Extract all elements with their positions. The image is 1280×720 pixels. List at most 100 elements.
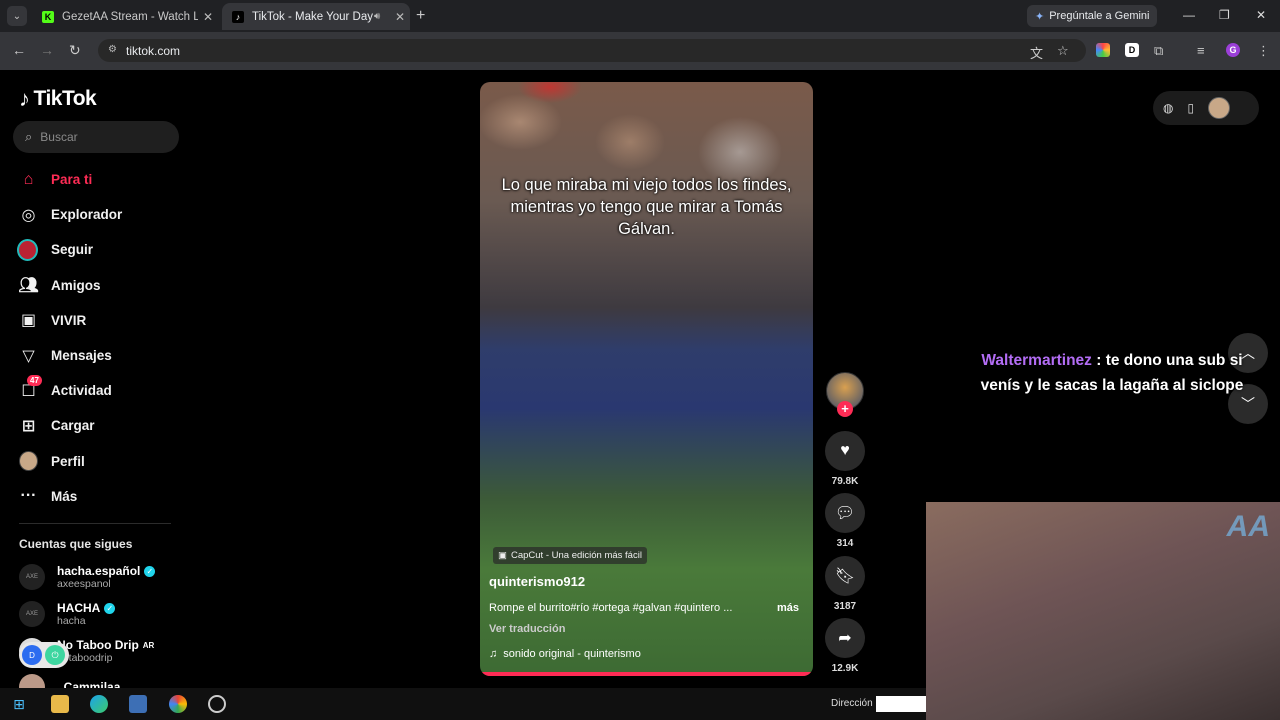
tiktok-favicon-icon: ♪ bbox=[232, 10, 244, 23]
sidebar-item-explorador[interactable]: ◎ Explorador bbox=[19, 197, 123, 232]
verified-badge-icon: ✓ bbox=[144, 565, 156, 577]
bookmark-icon[interactable]: 🔖︎ bbox=[825, 556, 865, 596]
comment-icon[interactable]: 💬︎ bbox=[825, 493, 865, 533]
gemini-sparkle-icon: ✦ bbox=[1035, 10, 1045, 23]
address-toolbar-label: Dirección bbox=[831, 698, 873, 709]
site-info-icon[interactable]: ⚙ bbox=[108, 44, 117, 55]
video-author[interactable]: quinterismo912 bbox=[489, 574, 585, 589]
video-progress-bar[interactable] bbox=[480, 672, 813, 676]
sidebar-item-mas[interactable]: ··· Más bbox=[19, 479, 122, 514]
windows-taskbar: ⊞ Dirección bbox=[0, 688, 926, 720]
capcut-icon: ▣ bbox=[498, 550, 507, 561]
url-omnibox[interactable]: ⚙ tiktok.com bbox=[98, 39, 1086, 62]
reload-icon[interactable]: ↻ bbox=[69, 42, 81, 59]
following-account[interactable]: AXE HACHA ✓ hacha bbox=[19, 601, 116, 627]
profile-avatar-icon bbox=[19, 451, 38, 472]
gemini-button[interactable]: ✦ Pregúntale a Gemini bbox=[1027, 5, 1157, 27]
sidebar-item-cargar[interactable]: ⊞ Cargar bbox=[19, 408, 122, 443]
tab-title: TikTok - Make Your Day bbox=[252, 10, 374, 23]
sidebar-item-seguir[interactable]: Seguir bbox=[17, 232, 122, 267]
friends-icon: 👥︎ bbox=[18, 277, 39, 295]
bookmark-star-icon[interactable]: ☆ bbox=[1057, 43, 1069, 59]
sidebar-item-para-ti[interactable]: ⌂ Para ti bbox=[19, 162, 122, 197]
sidebar-item-label: Perfil bbox=[51, 453, 85, 469]
sound-link[interactable]: ♫ sonido original - quinterismo bbox=[489, 648, 641, 660]
reading-list-icon[interactable]: ≡ bbox=[1197, 43, 1205, 58]
search-input[interactable] bbox=[40, 130, 161, 144]
sidebar-item-actividad[interactable]: ☐ 47 Actividad bbox=[19, 373, 122, 408]
capcut-tag[interactable]: ▣ CapCut - Una edición más fácil bbox=[493, 547, 647, 564]
tiktok-logo[interactable]: ♪ TikTok bbox=[19, 86, 97, 112]
top-right-controls: ◍ ▯ bbox=[1153, 91, 1259, 125]
sidebar-item-label: Mensajes bbox=[51, 348, 112, 364]
following-avatar-icon bbox=[17, 238, 38, 261]
monitor-app-icon[interactable] bbox=[129, 695, 147, 713]
sound-label: sonido original - quinterismo bbox=[503, 648, 641, 660]
coins-icon[interactable]: ◍ bbox=[1163, 101, 1173, 115]
more-button[interactable]: más bbox=[777, 602, 799, 614]
share-count: 12.9K bbox=[831, 663, 859, 674]
edge-browser-icon[interactable] bbox=[90, 695, 108, 713]
search-icon: ⌕ bbox=[25, 129, 33, 144]
sidebar-item-vivir[interactable]: ▣ VIVIR bbox=[19, 303, 122, 338]
tab-tiktok[interactable]: ♪ TikTok - Make Your Day 🔊︎ ✕ bbox=[222, 3, 410, 30]
more-icon: ··· bbox=[20, 487, 37, 505]
follow-plus-icon[interactable]: + bbox=[837, 401, 853, 417]
neon-sign-decor: AA bbox=[1226, 510, 1270, 543]
file-explorer-icon[interactable] bbox=[51, 695, 69, 713]
restore-icon[interactable]: ❐ bbox=[1219, 8, 1230, 22]
sidebar-item-perfil[interactable]: Perfil bbox=[19, 444, 122, 479]
like-heart-icon[interactable]: ♥ bbox=[825, 431, 865, 471]
obs-studio-icon[interactable] bbox=[208, 695, 226, 713]
minimize-icon[interactable]: — bbox=[1183, 8, 1195, 22]
floating-widget[interactable]: D ⏻ bbox=[19, 642, 69, 668]
new-tab-plus-icon[interactable]: + bbox=[416, 7, 425, 25]
search-box[interactable]: ⌕ bbox=[13, 121, 179, 153]
sidebar-item-amigos[interactable]: 👥︎ Amigos bbox=[18, 268, 122, 303]
address-toolbar-input[interactable] bbox=[876, 696, 926, 712]
sidebar-item-label: Para ti bbox=[51, 172, 93, 188]
forward-arrow-icon[interactable]: → bbox=[40, 42, 54, 58]
kebab-menu-icon[interactable]: ⋮ bbox=[1257, 43, 1270, 59]
streamer-webcam: AA bbox=[926, 502, 1280, 720]
capcut-label: CapCut - Una edición más fácil bbox=[510, 550, 642, 561]
translate-link[interactable]: Ver traducción bbox=[489, 623, 565, 635]
chat-username: Waltermartinez bbox=[981, 352, 1092, 369]
video-caption-overlay: Lo que miraba mi viejo todos los findes,… bbox=[501, 176, 792, 238]
windows-start-icon[interactable]: ⊞ bbox=[10, 695, 28, 713]
back-arrow-icon[interactable]: ← bbox=[12, 42, 26, 58]
following-section-title: Cuentas que sigues bbox=[19, 537, 133, 551]
user-avatar[interactable] bbox=[1208, 97, 1231, 119]
tab-gezetaa-stream[interactable]: K GezetAA Stream - Watch Live o ✕ bbox=[32, 3, 218, 30]
extensions-puzzle-icon[interactable]: ⧉ bbox=[1154, 43, 1163, 59]
video-player[interactable]: Lo que miraba mi viejo todos los findes,… bbox=[480, 82, 813, 676]
tiktok-note-icon: ♪ bbox=[19, 86, 30, 111]
chrome-browser-icon[interactable] bbox=[169, 695, 187, 713]
extension-color-icon[interactable] bbox=[1096, 43, 1110, 57]
account-avatar: AXE bbox=[19, 601, 45, 627]
widget-d-icon[interactable]: D bbox=[22, 645, 42, 665]
sidebar-item-label: Seguir bbox=[51, 242, 94, 258]
speaker-icon[interactable]: 🔊︎ bbox=[374, 11, 390, 22]
video-description: Rompe el burrito#río #ortega #galvan #qu… bbox=[489, 602, 733, 614]
following-account[interactable]: AXE hacha.español ✓ axeespanol bbox=[19, 564, 156, 590]
translate-icon[interactable]: 文 bbox=[1030, 43, 1043, 62]
close-window-icon[interactable]: ✕ bbox=[1256, 8, 1266, 22]
tab-close-icon[interactable]: ✕ bbox=[198, 10, 218, 24]
sidebar-divider bbox=[19, 523, 171, 524]
tab-close-icon[interactable]: ✕ bbox=[390, 10, 410, 24]
gemini-label: Pregúntale a Gemini bbox=[1049, 10, 1150, 22]
phone-app-icon[interactable]: ▯ bbox=[1187, 101, 1194, 115]
widget-power-icon[interactable]: ⏻ bbox=[45, 645, 65, 665]
live-icon: ▣ bbox=[20, 312, 37, 330]
extension-d-icon[interactable]: D bbox=[1125, 43, 1139, 57]
sidebar-item-mensajes[interactable]: ▽ Mensajes bbox=[19, 338, 122, 373]
sidebar-item-label: VIVIR bbox=[51, 312, 87, 328]
home-icon: ⌂ bbox=[23, 170, 34, 188]
share-arrow-icon[interactable]: ➦ bbox=[825, 618, 865, 658]
tab-search-chevron-icon[interactable]: ⌄ bbox=[7, 6, 27, 26]
sidebar-nav: ⌂ Para ti ◎ Explorador Seguir 👥︎ Amigos … bbox=[17, 162, 123, 514]
url-text: tiktok.com bbox=[126, 43, 181, 58]
music-note-icon: ♫ bbox=[489, 648, 498, 660]
profile-avatar-icon[interactable]: G bbox=[1226, 43, 1240, 57]
